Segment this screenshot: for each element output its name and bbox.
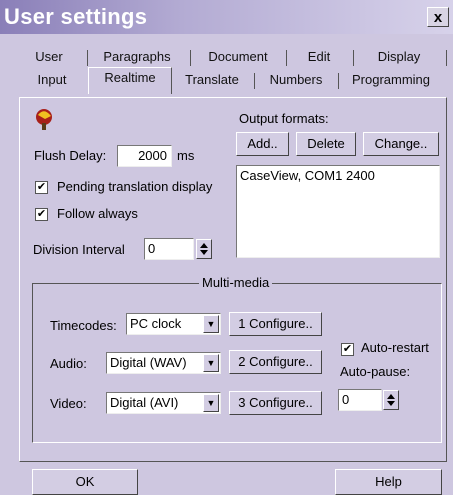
window-title: User settings xyxy=(4,4,148,29)
tab-input[interactable]: Input xyxy=(22,70,82,90)
auto-restart-label: Auto-restart xyxy=(361,340,429,355)
tab-separator xyxy=(286,50,287,66)
output-formats-list[interactable]: CaseView, COM1 2400 xyxy=(236,165,440,258)
timecodes-label: Timecodes: xyxy=(50,318,117,333)
multimedia-title: Multi-media xyxy=(199,275,273,290)
add-format-button[interactable]: Add.. xyxy=(236,132,289,156)
pending-checkbox[interactable]: ✔ xyxy=(35,181,48,194)
division-interval-field[interactable]: 0 xyxy=(144,238,194,260)
timecodes-dropdown-icon[interactable]: ▼ xyxy=(203,315,219,333)
auto-restart-checkbox[interactable]: ✔ xyxy=(341,343,354,356)
tab-translate[interactable]: Translate xyxy=(172,70,252,90)
help-button[interactable]: Help xyxy=(335,469,442,495)
output-format-item[interactable]: CaseView, COM1 2400 xyxy=(240,168,439,184)
tab-programming[interactable]: Programming xyxy=(342,70,440,90)
tab-user[interactable]: User xyxy=(20,47,78,67)
spin-up-icon xyxy=(200,243,208,248)
change-format-button[interactable]: Change.. xyxy=(363,132,439,156)
auto-pause-field[interactable]: 0 xyxy=(338,389,382,411)
tab-numbers[interactable]: Numbers xyxy=(256,70,336,90)
tab-edit[interactable]: Edit xyxy=(293,47,345,67)
division-interval-label: Division Interval xyxy=(33,242,125,257)
configure3-button[interactable]: 3 Configure.. xyxy=(229,391,322,415)
flush-delay-unit: ms xyxy=(177,148,195,163)
flush-delay-field[interactable]: 2000 xyxy=(117,145,172,167)
video-dropdown-icon[interactable]: ▼ xyxy=(203,394,219,412)
title-bar[interactable]: User settings x xyxy=(0,0,453,34)
tab-separator xyxy=(338,73,339,89)
video-label: Video: xyxy=(50,396,87,411)
tab-separator xyxy=(87,50,88,66)
delete-format-button[interactable]: Delete xyxy=(296,132,356,156)
dialog-body: User Paragraphs Document Edit Display In… xyxy=(0,34,453,495)
audio-dropdown-icon[interactable]: ▼ xyxy=(203,354,219,372)
ok-button[interactable]: OK xyxy=(32,469,138,495)
pending-label: Pending translation display xyxy=(57,179,213,194)
audio-label: Audio: xyxy=(50,356,87,371)
tab-realtime[interactable]: Realtime xyxy=(88,67,172,94)
close-button[interactable]: x xyxy=(427,7,449,27)
follow-label: Follow always xyxy=(57,206,138,221)
output-formats-label: Output formats: xyxy=(239,111,329,126)
tab-separator xyxy=(254,73,255,89)
tab-display[interactable]: Display xyxy=(361,47,437,67)
configure1-button[interactable]: 1 Configure.. xyxy=(229,312,322,336)
follow-checkbox[interactable]: ✔ xyxy=(35,208,48,221)
auto-pause-spinner[interactable] xyxy=(383,390,399,410)
tab-document[interactable]: Document xyxy=(197,47,279,67)
tab-separator xyxy=(446,50,447,66)
realtime-icon xyxy=(36,109,52,130)
spin-down-icon xyxy=(200,250,208,255)
tab-separator xyxy=(353,50,354,66)
auto-pause-label: Auto-pause: xyxy=(340,364,411,379)
flush-delay-label: Flush Delay: xyxy=(34,148,107,163)
configure2-button[interactable]: 2 Configure.. xyxy=(229,350,322,374)
spin-down-icon xyxy=(387,401,395,406)
tab-paragraphs[interactable]: Paragraphs xyxy=(92,47,182,67)
tab-separator xyxy=(190,50,191,66)
division-interval-spinner[interactable] xyxy=(196,239,212,259)
spin-up-icon xyxy=(387,394,395,399)
